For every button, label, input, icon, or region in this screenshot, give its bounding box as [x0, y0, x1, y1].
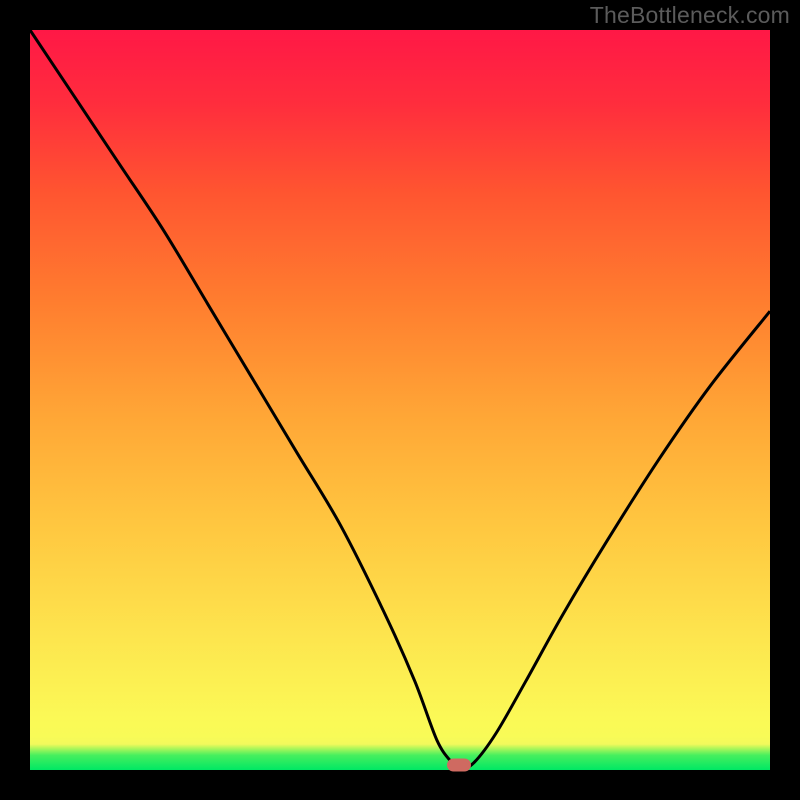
curve-svg — [30, 30, 770, 770]
min-marker — [447, 759, 471, 772]
chart-frame: TheBottleneck.com — [0, 0, 800, 800]
watermark-text: TheBottleneck.com — [590, 2, 790, 29]
plot-area — [30, 30, 770, 770]
bottleneck-curve — [30, 30, 770, 770]
